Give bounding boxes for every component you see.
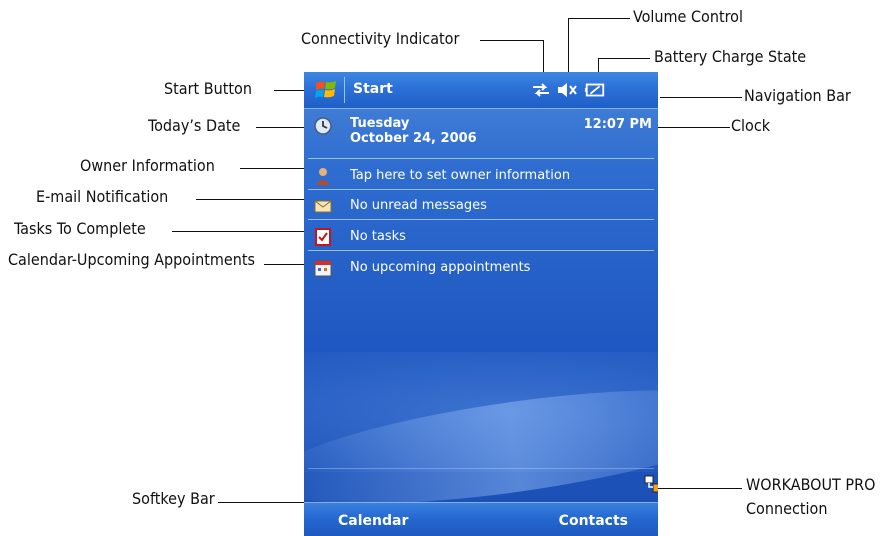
tasks-icon [315,228,331,246]
leader-navbar [660,97,742,98]
leader-connectivity-h [480,40,544,41]
start-button[interactable]: Start [353,81,393,97]
leader-owner [240,168,308,169]
row-separator [308,468,654,469]
today-date[interactable]: October 24, 2006 [350,131,477,146]
callout-workabout-pro: WORKABOUT PRO [746,475,876,494]
today-day[interactable]: Tuesday [350,116,409,131]
navbar-separator [344,77,345,103]
leader-battery-h [598,58,650,59]
row-separator [308,158,654,159]
leader-tasks [172,231,308,232]
owner-icon [316,168,330,185]
callout-start-button: Start Button [164,79,252,98]
callout-workabout-connection: Connection [746,499,828,518]
calendar-item[interactable]: No upcoming appointments [350,260,530,275]
callout-clock: Clock [731,116,771,135]
callout-connectivity-indicator: Connectivity Indicator [301,29,460,48]
row-separator [308,219,654,220]
navigation-bar: Start [304,72,658,109]
battery-icon[interactable] [584,80,606,100]
leader-volume-h [568,18,630,19]
windows-logo-icon[interactable] [314,78,338,102]
softkey-contacts[interactable]: Contacts [559,513,628,529]
leader-email [196,199,308,200]
calendar-icon [314,260,332,277]
tasks-item[interactable]: No tasks [350,229,406,244]
clock-time[interactable]: 12:07 PM [584,117,652,132]
clock-icon [314,117,332,135]
owner-info-item[interactable]: Tap here to set owner information [350,168,570,183]
softkey-calendar[interactable]: Calendar [338,513,408,529]
mail-icon [314,200,332,213]
workabout-connection-icon[interactable] [644,475,658,493]
device-screen: Start Tuesday October 24, 2006 12:07 PM … [304,72,658,536]
callout-todays-date: Today’s Date [148,116,241,135]
leader-calendar [264,264,308,265]
leader-date [256,127,306,128]
callout-owner-information: Owner Information [80,156,215,175]
volume-muted-icon[interactable] [556,80,578,100]
leader-softkey [218,502,306,503]
connectivity-icon[interactable] [530,80,552,100]
softkey-bar: Calendar Contacts [304,502,658,536]
callout-email-notification: E-mail Notification [36,187,169,206]
callout-battery-charge-state: Battery Charge State [654,47,807,66]
callout-navigation-bar: Navigation Bar [744,86,851,105]
leader-workabout [656,488,742,489]
row-separator [308,189,654,190]
leader-clock [658,127,730,128]
row-separator [308,250,654,251]
callout-calendar-upcoming: Calendar-Upcoming Appointments [8,250,256,269]
callout-tasks-to-complete: Tasks To Complete [14,219,146,238]
email-notification-item[interactable]: No unread messages [350,198,487,213]
callout-softkey-bar: Softkey Bar [132,489,215,508]
leader-start [274,90,308,91]
callout-volume-control: Volume Control [633,7,743,26]
